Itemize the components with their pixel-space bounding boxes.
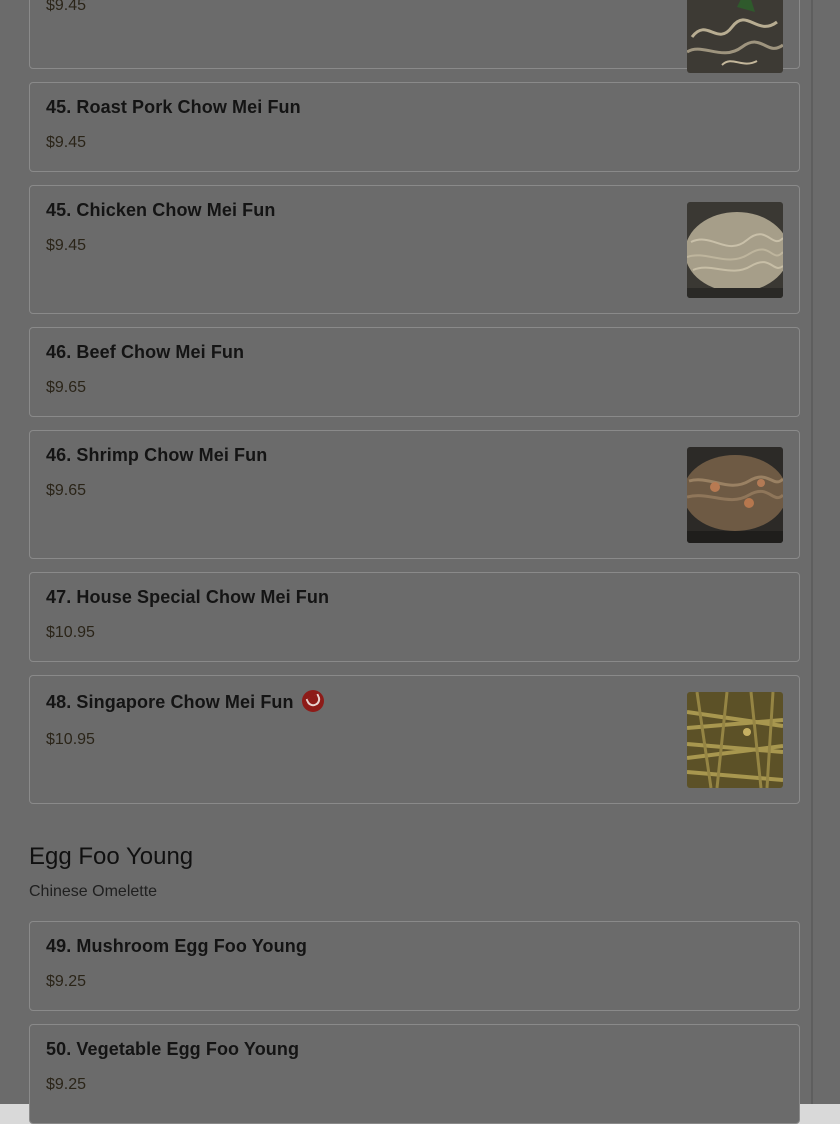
item-name: 46. Beef Chow Mei Fun <box>46 342 245 362</box>
item-price: $9.25 <box>46 1076 87 1093</box>
item-price: $9.65 <box>46 482 87 499</box>
menu-page: $9.45 45. Roast Pork Chow Mei Fun $9.45 … <box>0 0 812 1124</box>
item-name: 45. Chicken Chow Mei Fun <box>46 200 276 220</box>
item-price: $9.45 <box>46 0 87 14</box>
menu-item-card[interactable]: 46. Beef Chow Mei Fun $9.65 <box>29 327 800 417</box>
item-name: 49. Mushroom Egg Foo Young <box>46 936 307 956</box>
item-price: $9.25 <box>46 973 87 990</box>
item-name: 45. Roast Pork Chow Mei Fun <box>46 97 301 117</box>
item-name: 48. Singapore Chow Mei Fun <box>46 690 324 713</box>
item-photo <box>687 0 783 73</box>
item-price: $10.95 <box>46 624 95 641</box>
item-price: $9.45 <box>46 134 87 151</box>
item-photo <box>687 692 783 788</box>
item-name-text: 48. Singapore Chow Mei Fun <box>46 692 294 712</box>
item-price: $9.65 <box>46 379 87 396</box>
menu-item-card[interactable]: 50. Vegetable Egg Foo Young $9.25 <box>29 1024 800 1124</box>
menu-item-card[interactable]: 45. Roast Pork Chow Mei Fun $9.45 <box>29 82 800 172</box>
item-price: $9.45 <box>46 237 87 254</box>
scrollbar-track[interactable] <box>813 0 840 1104</box>
item-photo <box>687 447 783 543</box>
menu-item-card[interactable]: $9.45 <box>29 0 800 73</box>
item-price: $10.95 <box>46 731 95 748</box>
item-name: 50. Vegetable Egg Foo Young <box>46 1039 300 1059</box>
item-photo <box>687 202 783 298</box>
menu-item-card[interactable]: 47. House Special Chow Mei Fun $10.95 <box>29 572 800 662</box>
item-name: 46. Shrimp Chow Mei Fun <box>46 445 268 465</box>
menu-item-card[interactable]: 49. Mushroom Egg Foo Young $9.25 <box>29 921 800 1011</box>
menu-item-card[interactable]: 46. Shrimp Chow Mei Fun $9.65 <box>29 430 800 559</box>
menu-item-card[interactable]: 48. Singapore Chow Mei Fun $10.95 <box>29 675 800 804</box>
spicy-icon <box>301 690 324 712</box>
item-name: 47. House Special Chow Mei Fun <box>46 587 330 607</box>
menu-item-card[interactable]: 45. Chicken Chow Mei Fun $9.45 <box>29 185 800 314</box>
section-title: Egg Foo Young <box>29 843 194 870</box>
section-subtitle: Chinese Omelette <box>29 883 158 900</box>
